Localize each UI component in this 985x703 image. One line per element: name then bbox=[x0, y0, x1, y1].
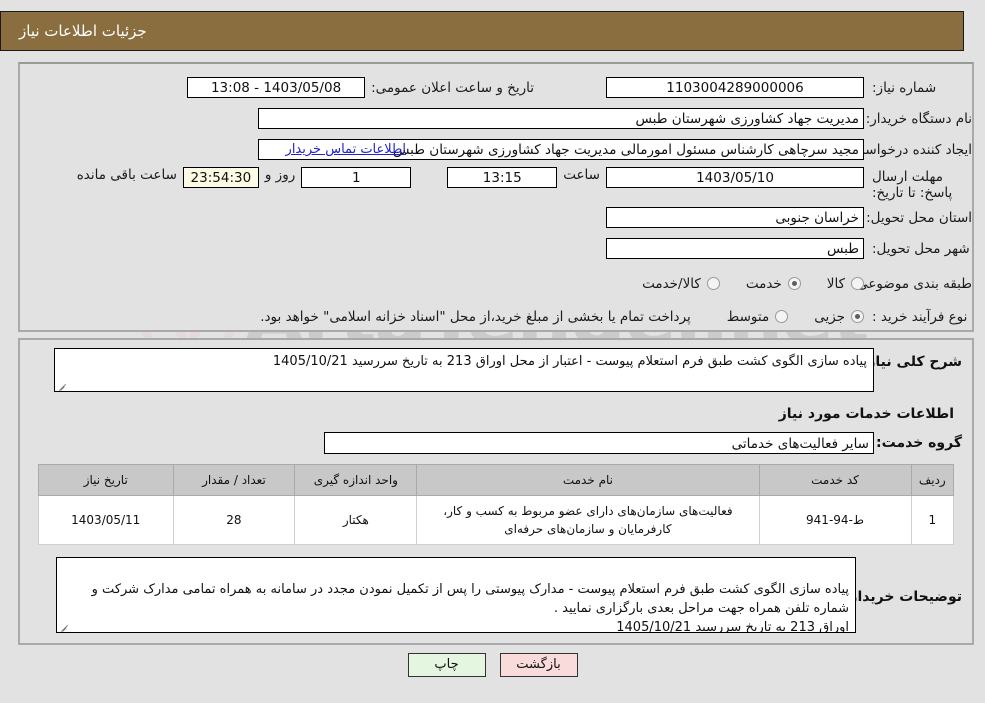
row-delivery-city: شهر محل تحویل: طبس bbox=[20, 235, 972, 262]
th-quantity: تعداد / مقدار bbox=[172, 464, 296, 496]
row-delivery-province: استان محل تحویل: خراسان جنوبی bbox=[20, 204, 972, 231]
cell-name: فعالیت‌های سازمان‌های دارای عضو مربوط به… bbox=[416, 495, 760, 545]
buyer-notes-label: توضیحات خریدار: bbox=[843, 589, 962, 605]
cell-unit: هکتار bbox=[294, 495, 418, 545]
row-response-deadline: مهلت ارسال پاسخ: تا تاریخ: 1403/05/10 سا… bbox=[20, 167, 972, 201]
need-description-panel: شرح کلی نیاز: پیاده سازی الگوی کشت طبق ف… bbox=[18, 338, 974, 645]
need-number-value: 1103004289000006 bbox=[606, 77, 864, 98]
radio-category-kala-khedmat-label: کالا/خدمت bbox=[642, 275, 701, 292]
buyer-org-value: مدیریت جهاد کشاورزی شهرستان طبس bbox=[258, 108, 864, 129]
table-header-row: ردیف کد خدمت نام خدمت واحد اندازه گیری ت… bbox=[38, 464, 955, 496]
announce-datetime-value: 1403/05/08 - 13:08 bbox=[187, 77, 366, 98]
need-info-panel: شماره نیاز: 1103004289000006 تاریخ و ساع… bbox=[18, 62, 974, 332]
radio-process-jozi[interactable]: جزیی bbox=[814, 309, 864, 325]
row-need-number: شماره نیاز: 1103004289000006 تاریخ و ساع… bbox=[20, 74, 972, 101]
resize-handle-icon[interactable] bbox=[59, 621, 69, 631]
description-textarea[interactable]: پیاده سازی الگوی کشت طبق فرم استعلام پیو… bbox=[54, 348, 874, 392]
hour-label: ساعت bbox=[563, 167, 600, 183]
row-buyer-notes: توضیحات خریدار: پیاده سازی الگوی کشت طبق… bbox=[30, 557, 962, 633]
city-label: شهر محل تحویل: bbox=[872, 240, 970, 257]
cell-quantity: 28 bbox=[172, 495, 296, 545]
row-request-creator: ایجاد کننده درخواست: مجید سرچاهی کارشناس… bbox=[20, 136, 972, 163]
payment-note: پرداخت تمام یا بخشی از مبلغ خرید،از محل … bbox=[260, 308, 691, 325]
radio-process-motevaset-label: متوسط bbox=[726, 308, 770, 325]
back-button[interactable]: بازگشت bbox=[499, 653, 578, 677]
deadline-time-value: 13:15 bbox=[447, 167, 558, 188]
buyer-contact-link[interactable]: اطلاعات تماس خریدار bbox=[286, 142, 406, 157]
radio-icon[interactable] bbox=[706, 277, 720, 290]
services-section-title: اطلاعات خدمات مورد نیاز bbox=[778, 406, 954, 422]
th-index: ردیف bbox=[910, 464, 955, 496]
row-service-group: گروه خدمت: سایر فعالیت‌های خدماتی bbox=[30, 432, 962, 454]
cell-code: ط-94-941 bbox=[758, 495, 912, 545]
city-value: طبس bbox=[606, 238, 864, 259]
radio-icon[interactable] bbox=[787, 277, 801, 290]
countdown-label: ساعت باقی مانده bbox=[76, 167, 177, 183]
province-value: خراسان جنوبی bbox=[606, 207, 864, 228]
service-group-label: گروه خدمت: bbox=[876, 435, 962, 451]
radio-category-khedmat-label: خدمت bbox=[745, 275, 782, 292]
deadline-date-value: 1403/05/10 bbox=[606, 167, 864, 188]
service-group-value: سایر فعالیت‌های خدماتی bbox=[324, 432, 874, 454]
radio-process-jozi-label: جزیی bbox=[814, 308, 845, 325]
radio-category-kala[interactable]: کالا bbox=[827, 276, 864, 292]
table-row: 1 ط-94-941 فعالیت‌های سازمان‌های دارای ع… bbox=[38, 495, 955, 545]
th-name: نام خدمت bbox=[416, 464, 760, 496]
radio-process-motevaset[interactable]: متوسط bbox=[726, 308, 789, 325]
radio-category-khedmat[interactable]: خدمت bbox=[746, 276, 801, 292]
radio-icon[interactable] bbox=[851, 310, 864, 323]
days-label: روز و bbox=[264, 167, 296, 183]
category-label: طبقه بندی موضوعی: bbox=[852, 275, 972, 292]
buyer-notes-textarea[interactable]: پیاده سازی الگوی کشت طبق فرم استعلام پیو… bbox=[56, 557, 856, 633]
services-table: ردیف کد خدمت نام خدمت واحد اندازه گیری ت… bbox=[38, 464, 955, 545]
row-buyer-org: نام دستگاه خریدار: مدیریت جهاد کشاورزی ش… bbox=[20, 105, 972, 132]
description-label: شرح کلی نیاز: bbox=[861, 354, 962, 370]
th-date: تاریخ نیاز bbox=[38, 464, 174, 496]
province-label: استان محل تحویل: bbox=[866, 209, 972, 226]
announce-datetime-label: تاریخ و ساعت اعلان عمومی: bbox=[371, 79, 534, 96]
th-code: کد خدمت bbox=[758, 464, 912, 496]
page-header: جزئیات اطلاعات نیاز bbox=[0, 11, 964, 51]
radio-icon[interactable] bbox=[851, 277, 864, 290]
row-subject-classification: طبقه بندی موضوعی: کالا خدمت کالا/خدمت bbox=[20, 270, 972, 297]
description-value: پیاده سازی الگوی کشت طبق فرم استعلام پیو… bbox=[272, 354, 867, 369]
countdown-timer: 23:54:30 bbox=[182, 167, 259, 188]
deadline-label: مهلت ارسال پاسخ: تا تاریخ: bbox=[872, 169, 953, 201]
th-unit: واحد اندازه گیری bbox=[294, 464, 418, 496]
remaining-days-value: 1 bbox=[301, 167, 412, 188]
row-general-description: شرح کلی نیاز: پیاده سازی الگوی کشت طبق ف… bbox=[30, 348, 962, 392]
row-purchase-process: نوع فرآیند خرید : جزیی متوسط پرداخت تمام… bbox=[20, 303, 972, 330]
need-number-label: شماره نیاز: bbox=[872, 79, 937, 96]
footer-actions: بازگشت چاپ bbox=[0, 653, 985, 677]
cell-date: 1403/05/11 bbox=[38, 495, 174, 545]
buyer-notes-value: پیاده سازی الگوی کشت طبق فرم استعلام پیو… bbox=[91, 581, 849, 633]
cell-index: 1 bbox=[910, 495, 955, 545]
radio-category-kala-khedmat[interactable]: کالا/خدمت bbox=[642, 276, 720, 292]
creator-label: ایجاد کننده درخواست: bbox=[847, 141, 972, 158]
print-button[interactable]: چاپ bbox=[407, 653, 486, 677]
radio-icon[interactable] bbox=[775, 310, 789, 323]
radio-category-kala-label: کالا bbox=[826, 275, 845, 292]
process-label: نوع فرآیند خرید : bbox=[872, 308, 968, 325]
page-title: جزئیات اطلاعات نیاز bbox=[19, 22, 147, 40]
resize-handle-icon[interactable] bbox=[57, 380, 67, 390]
buyer-org-label: نام دستگاه خریدار: bbox=[865, 110, 972, 127]
